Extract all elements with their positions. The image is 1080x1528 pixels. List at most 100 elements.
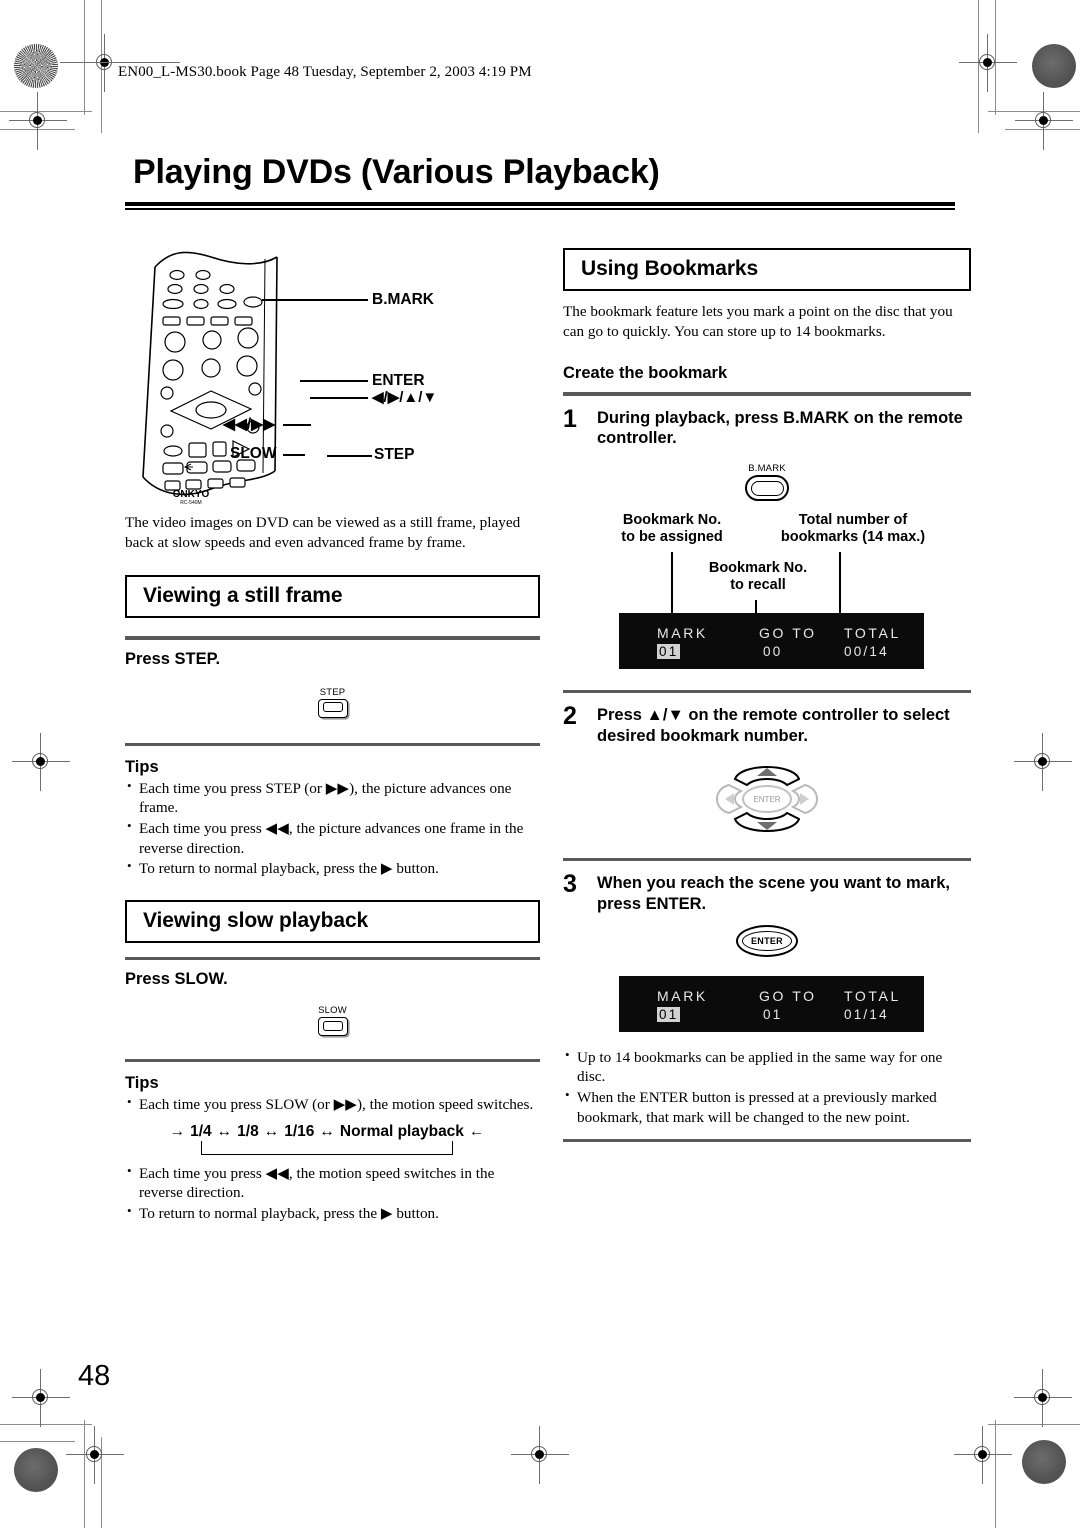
leader-line-slow <box>283 454 305 456</box>
dpad-figure: ENTER <box>563 755 971 848</box>
remote-label-skip: ◀◀/▶▶ <box>223 416 275 433</box>
callout-assigned-line1: Bookmark No. <box>622 512 722 529</box>
remote-control-drawing: ONKYO RC-540M <box>142 251 278 506</box>
list-item: Each time you press ◀◀, the motion speed… <box>125 1163 540 1203</box>
slow-playback-instruction: Press SLOW. <box>125 970 228 989</box>
step-3-number: 3 <box>563 870 577 899</box>
tips-list-step: Each time you press STEP (or ▶▶), the pi… <box>125 778 540 879</box>
flow-loop-bracket <box>201 1140 453 1155</box>
flow-item-normal: Normal playback <box>339 1122 464 1140</box>
rule-bottom-right-column <box>563 1139 971 1143</box>
registration-mark-top-right <box>959 34 1017 92</box>
step-3-text: When you reach the scene you want to mar… <box>597 874 951 913</box>
osd2-value-goto: 01 <box>763 1006 783 1022</box>
remote-model: RC-540M <box>180 500 201 505</box>
step-2-text: Press ▲/▼ on the remote controller to se… <box>597 706 950 746</box>
density-patch-bottom-left <box>14 1448 58 1492</box>
bmark-key-label: B.MARK <box>748 463 786 475</box>
osd-figure-2: MARK 01 GO TO 01 TOTAL 01/14 <box>563 975 971 1044</box>
osd2-value-mark: 01 <box>657 1006 681 1022</box>
step-2-number: 2 <box>563 702 577 731</box>
osd2-label-total: TOTAL <box>844 987 901 1004</box>
rule-under-create-bookmark <box>563 392 971 396</box>
enter-button-icon[interactable]: ENTER <box>736 924 798 957</box>
flow-item-eighth: 1/8 <box>237 1122 259 1140</box>
step-1-text: During playback, press B.MARK on the rem… <box>597 408 963 448</box>
list-item: Each time you press STEP (or ▶▶), the pi… <box>125 778 540 818</box>
step-3: 3 When you reach the scene you want to m… <box>563 870 971 915</box>
list-item: Up to 14 bookmarks can be applied in the… <box>563 1047 971 1087</box>
callout-assigned-line2: to be assigned <box>621 529 723 546</box>
remote-control-illustration: ONKYO RC-540M <box>125 245 545 506</box>
bmark-button-icon[interactable] <box>745 475 789 502</box>
registration-mark-bottom-right-2 <box>954 1426 1012 1484</box>
leader-line-bmark <box>262 299 368 301</box>
osd1-label-total: TOTAL <box>844 625 901 642</box>
registration-mark-mid-right <box>1014 733 1072 791</box>
registration-mark-top-right-2 <box>1015 92 1073 150</box>
still-frame-instruction: Press STEP. <box>125 649 221 668</box>
page-number: 48 <box>78 1360 111 1392</box>
remote-label-dpad: ◀/▶/▲/▼ <box>372 389 438 406</box>
list-item: To return to normal playback, press the … <box>125 1203 540 1224</box>
trim-line-bottom-left-v <box>84 1420 86 1528</box>
bookmark-notes-list: Up to 14 bookmarks can be applied in the… <box>563 1047 971 1127</box>
slow-button-icon[interactable] <box>317 1017 348 1037</box>
bmark-key-graphic: B.MARK <box>563 463 971 506</box>
registration-mark-mid-left <box>12 733 70 791</box>
list-item: Each time you press SLOW (or ▶▶), the mo… <box>125 1094 540 1115</box>
section-heading-using-bookmarks: Using Bookmarks <box>563 248 971 291</box>
registration-mark-bottom-center <box>511 1426 569 1484</box>
registration-mark-bottom-right <box>1014 1369 1072 1427</box>
step-1: 1 During playback, press B.MARK on the r… <box>563 405 971 450</box>
title-rule-thick <box>125 202 955 206</box>
density-patch-bottom-right <box>1022 1440 1066 1484</box>
registration-mark-top-left <box>9 92 67 150</box>
dpad-illustration: ENTER <box>716 765 818 832</box>
flow-sep-1: ↔ <box>216 1122 233 1140</box>
enter-button-label: ENTER <box>750 935 783 946</box>
right-column: Using Bookmarks The bookmark feature let… <box>563 248 971 1143</box>
rule-above-step-2 <box>563 690 971 694</box>
list-item: To return to normal playback, press the … <box>125 858 540 879</box>
section-heading-slow-playback: Viewing slow playback <box>125 899 540 943</box>
osd2-label-mark: MARK <box>657 987 708 1004</box>
callout-total-bookmarks: Total number of bookmarks (14 max.) <box>758 512 948 546</box>
leader-line-enter <box>300 380 368 382</box>
step-key-graphic: STEP <box>125 687 540 723</box>
density-patch-top-right <box>1032 44 1076 88</box>
trim-line-bottom-left-h2 <box>0 1441 75 1443</box>
osd2-label-goto: GO TO <box>759 987 817 1004</box>
step-button-icon[interactable] <box>317 698 348 718</box>
leader-line-step <box>327 455 372 457</box>
manual-page: EN00_L-MS30.book Page 48 Tuesday, Septem… <box>0 0 1080 1528</box>
step-2: 2 Press ▲/▼ on the remote controller to … <box>563 702 971 747</box>
left-column: The video images on DVD can be viewed as… <box>125 513 540 1225</box>
osd1-value-mark: 01 <box>657 644 681 660</box>
section-heading-still-frame: Viewing a still frame <box>125 575 540 619</box>
tips-title-slow: Tips <box>125 1074 159 1093</box>
osd1-value-total: 00/14 <box>844 644 889 660</box>
rule-above-step-tips <box>125 742 540 746</box>
osd-figure-1: Bookmark No. to be assigned Total number… <box>563 512 971 682</box>
slow-key-graphic: SLOW <box>125 1005 540 1041</box>
remote-brand: ONKYO <box>173 489 210 500</box>
page-title: Playing DVDs (Various Playback) <box>133 153 660 191</box>
callout-recall-line2: to recall <box>730 577 786 594</box>
enter-key-graphic: ENTER <box>563 924 971 962</box>
remote-label-slow: SLOW <box>230 445 277 462</box>
trim-line-bottom-right-v <box>995 1420 997 1528</box>
registration-mark-bottom-left <box>12 1369 70 1427</box>
rule-under-still-heading <box>125 636 540 640</box>
starburst-mark-top-left <box>14 44 58 88</box>
tips-list-slow-rest: Each time you press ◀◀, the motion speed… <box>125 1163 540 1224</box>
tips-title-step: Tips <box>125 757 159 776</box>
osd1-value-goto: 00 <box>763 644 783 660</box>
list-item: When the ENTER button is pressed at a pr… <box>563 1087 971 1127</box>
osd1-label-goto: GO TO <box>759 625 817 642</box>
rule-under-slow-heading <box>125 956 540 961</box>
callout-total-line1: Total number of <box>798 512 908 529</box>
leader-line-dpad <box>310 397 368 399</box>
list-item: Each time you press ◀◀, the picture adva… <box>125 818 540 858</box>
flow-sep-3: ↔ <box>319 1122 335 1140</box>
